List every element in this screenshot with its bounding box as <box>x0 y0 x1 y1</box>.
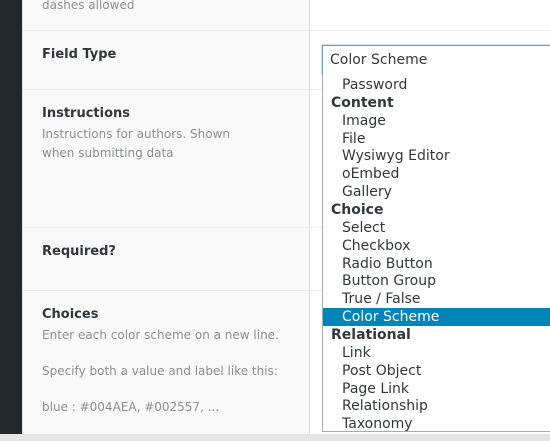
dropdown-option[interactable]: File <box>323 130 550 148</box>
dropdown-option[interactable]: Password <box>323 76 550 94</box>
row-divider <box>23 30 550 31</box>
admin-sidebar-edge <box>0 0 22 441</box>
choices-description-line: Enter each color scheme on a new line. <box>42 328 279 342</box>
dropdown-option[interactable]: Wysiwyg Editor <box>323 147 550 165</box>
dropdown-option[interactable]: Post Object <box>323 362 550 380</box>
field-type-label: Field Type <box>42 47 117 62</box>
dropdown-optgroup-label: Relational <box>331 326 411 343</box>
instructions-label: Instructions <box>42 106 131 121</box>
field-type-select-value: Color Scheme <box>330 52 428 68</box>
dropdown-option[interactable]: Relationship <box>323 397 550 415</box>
choices-example: blue : #004AEA, #002557, ... <box>42 400 220 414</box>
dropdown-option[interactable]: True / False <box>323 290 550 308</box>
dropdown-option[interactable]: Image <box>323 112 550 130</box>
dropdown-option[interactable]: Taxonomy <box>323 415 550 431</box>
dropdown-option[interactable]: Link <box>323 344 550 362</box>
dropdown-option[interactable]: Page Link <box>323 380 550 398</box>
dropdown-option[interactable]: oEmbed <box>323 165 550 183</box>
dropdown-option[interactable]: Radio Button <box>323 255 550 273</box>
instructions-description: Instructions for authors. Shown when sub… <box>42 127 231 160</box>
field-name-hint: dashes allowed <box>42 0 135 12</box>
required-label: Required? <box>42 244 116 259</box>
dropdown-option[interactable]: Gallery <box>323 183 550 201</box>
dropdown-option[interactable]: Select <box>323 219 550 237</box>
field-type-select[interactable]: Color Scheme <box>322 45 550 75</box>
dropdown-optgroup-label: Choice <box>331 202 384 218</box>
choices-description-line: Specify both a value and label like this… <box>42 364 278 378</box>
choices-label: Choices <box>42 307 99 322</box>
dropdown-option[interactable]: Color Scheme <box>323 308 550 327</box>
page-bottom-strip <box>0 434 550 441</box>
dropdown-optgroup-label: Content <box>331 94 394 111</box>
field-type-dropdown-list[interactable]: Password Content Image File Wysiwyg Editor oE… <box>322 75 550 432</box>
dropdown-option[interactable]: Button Group <box>323 272 550 290</box>
dropdown-option[interactable]: Checkbox <box>323 237 550 255</box>
